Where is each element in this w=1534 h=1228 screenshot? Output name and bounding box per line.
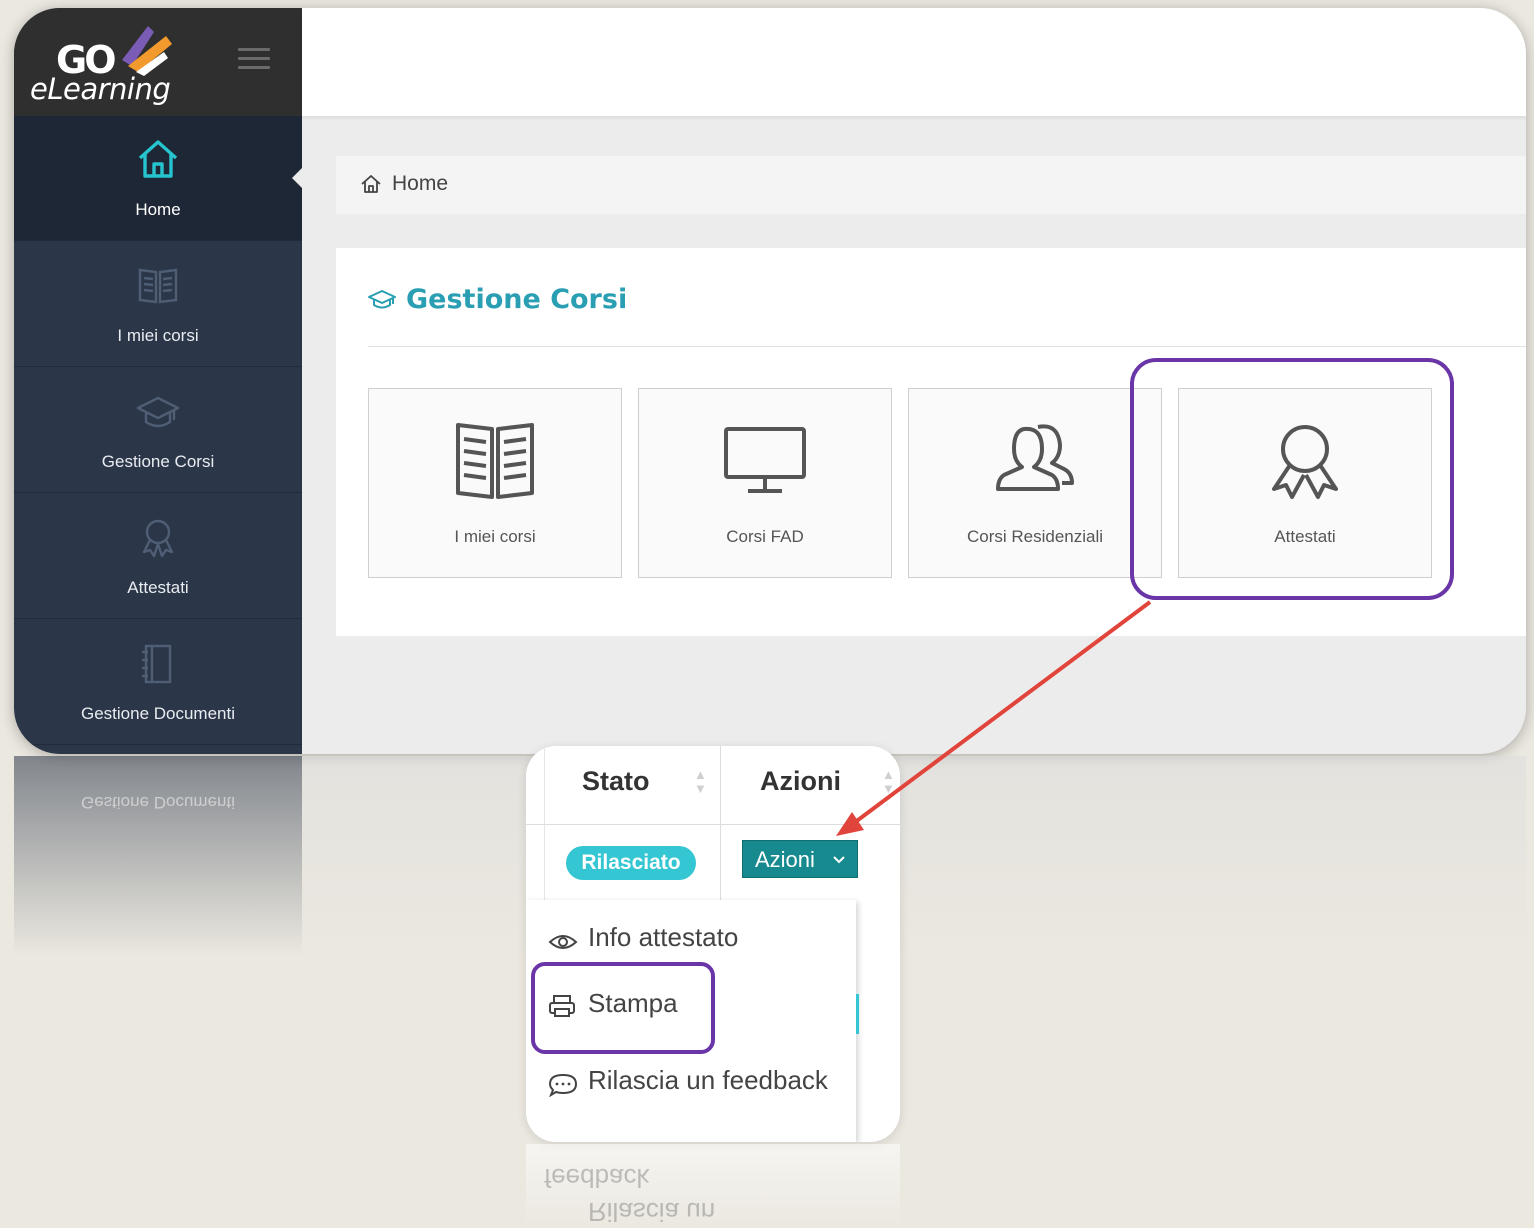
sidebar-item-i-miei-corsi[interactable]: I miei corsi — [14, 242, 302, 367]
sort-icon[interactable]: ▲ ▼ — [694, 768, 707, 796]
logo-elearning-text: eLearning — [30, 72, 171, 106]
menu-item-label: Rilascia un feedback — [588, 1065, 828, 1095]
menu-item-label: Info attestato — [588, 922, 739, 952]
active-pointer — [292, 164, 306, 192]
reflection-text: Gestione Documenti — [80, 793, 236, 812]
sidebar-item-label: Home — [135, 200, 181, 219]
status-badge: Rilasciato — [566, 846, 696, 880]
top-bar — [302, 8, 1526, 116]
book-icon — [369, 417, 621, 505]
breadcrumb-home-link[interactable]: Home — [392, 172, 448, 196]
book-icon — [14, 264, 302, 311]
reflection-text: feedback — [544, 1163, 650, 1193]
sidebar-reflection: Gestione Documenti — [14, 756, 302, 956]
home-icon — [14, 138, 302, 185]
reflection-text: Rilascia un — [588, 1197, 716, 1227]
column-divider — [720, 746, 721, 900]
menu-toggle-icon[interactable] — [238, 48, 270, 70]
sidebar-item-gestione-corsi[interactable]: Gestione Corsi — [14, 368, 302, 493]
divider — [368, 346, 1526, 347]
sort-icon[interactable]: ▲ ▼ — [882, 768, 895, 796]
chevron-down-icon — [833, 841, 845, 893]
azioni-dropdown-button[interactable]: Azioni — [742, 840, 858, 878]
graduation-cap-icon — [368, 288, 396, 319]
popup-reflection: feedback Rilascia un — [526, 1144, 900, 1228]
column-header-stato[interactable]: Stato — [582, 766, 650, 797]
menu-item-rilascia-feedback[interactable]: Rilascia un feedback — [544, 1062, 844, 1098]
sidebar-item-home[interactable]: Home — [14, 116, 302, 241]
logo-bar: GO eLearning — [14, 8, 302, 116]
sidebar-item-gestione-documenti[interactable]: Gestione Documenti — [14, 620, 302, 745]
tile-label: Corsi FAD — [726, 527, 804, 546]
comment-icon — [548, 1070, 578, 1106]
header-divider — [526, 824, 900, 825]
column-header-azioni[interactable]: Azioni — [760, 766, 841, 797]
tile-label: I miei corsi — [454, 527, 536, 546]
sidebar-item-label: I miei corsi — [117, 326, 199, 345]
page-title-text: Gestione Corsi — [406, 284, 628, 315]
sidebar: GO eLearning Home I miei corsi Gestione … — [14, 8, 306, 754]
attestati-highlight — [1130, 358, 1454, 600]
home-icon[interactable] — [360, 174, 382, 200]
tile-corsi-residenziali[interactable]: Corsi Residenziali — [908, 388, 1162, 578]
stampa-highlight — [531, 962, 715, 1054]
breadcrumb: Home — [336, 156, 1526, 214]
sidebar-item-label: Gestione Documenti — [80, 704, 236, 723]
monitor-icon — [639, 417, 891, 505]
tile-i-miei-corsi[interactable]: I miei corsi — [368, 388, 622, 578]
sidebar-item-label: Attestati — [127, 578, 189, 597]
column-divider — [544, 746, 545, 900]
users-icon — [909, 417, 1161, 505]
sidebar-item-attestati[interactable]: Attestati — [14, 494, 302, 619]
sidebar-item-label: Gestione Corsi — [101, 452, 215, 471]
azioni-button-label: Azioni — [755, 847, 815, 872]
award-icon — [14, 516, 302, 565]
logo: GO eLearning — [30, 20, 180, 106]
graduation-cap-icon — [14, 390, 302, 437]
tile-corsi-fad[interactable]: Corsi FAD — [638, 388, 892, 578]
notebook-icon — [14, 642, 302, 691]
actions-zoom-panel: Stato ▲ ▼ Azioni ▲ ▼ Rilasciato Azioni Inf… — [526, 746, 900, 1142]
scroll-edge — [856, 994, 859, 1034]
tile-label: Corsi Residenziali — [966, 527, 1104, 546]
window-reflection — [302, 756, 1526, 956]
eye-icon — [548, 928, 578, 959]
